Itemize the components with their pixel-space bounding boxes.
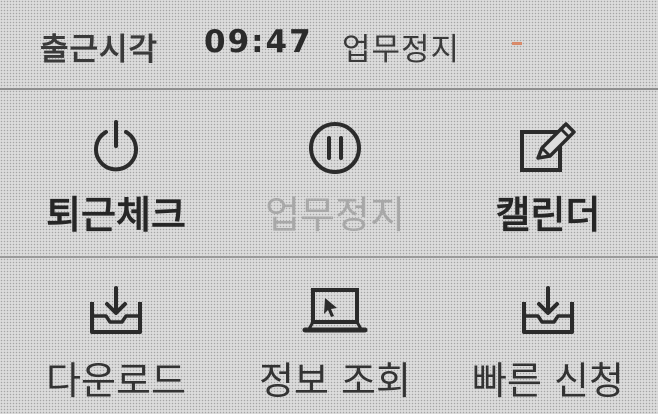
- calendar-button[interactable]: 캘린더: [438, 92, 658, 256]
- clock-out-label: 퇴근체크: [46, 193, 186, 237]
- inbox-download-icon: [522, 286, 574, 334]
- calendar-label: 캘린더: [495, 193, 601, 237]
- edit-note-icon: [520, 122, 576, 172]
- quick-request-button[interactable]: 빠른 신청: [438, 260, 658, 414]
- info-lookup-label: 정보 조회: [259, 359, 411, 403]
- pause-work-button[interactable]: 업무정지: [232, 92, 438, 256]
- menu-row-1: 퇴근체크 업무정지 캘린더: [0, 92, 658, 258]
- download-label: 다운로드: [46, 359, 186, 403]
- clock-out-button[interactable]: 퇴근체크: [0, 92, 232, 256]
- status-indicator: [512, 42, 522, 45]
- info-lookup-button[interactable]: 정보 조회: [232, 260, 438, 414]
- start-time-label: 출근시각: [40, 32, 159, 68]
- download-button[interactable]: 다운로드: [0, 260, 232, 414]
- menu-row-2: 다운로드 정보 조회 빠른 신청: [0, 260, 658, 414]
- quick-request-label: 빠른 신청: [472, 359, 624, 403]
- status-bar: 출근시각 09:47 업무정지: [0, 0, 658, 90]
- laptop-cursor-icon: [302, 288, 368, 333]
- start-time-value: 09:47: [204, 24, 313, 60]
- pause-work-label: 업무정지: [265, 193, 405, 237]
- pause-icon: [309, 122, 361, 174]
- power-icon: [94, 120, 138, 172]
- download-tray-icon: [90, 286, 142, 334]
- work-status-text: 업무정지: [342, 32, 461, 68]
